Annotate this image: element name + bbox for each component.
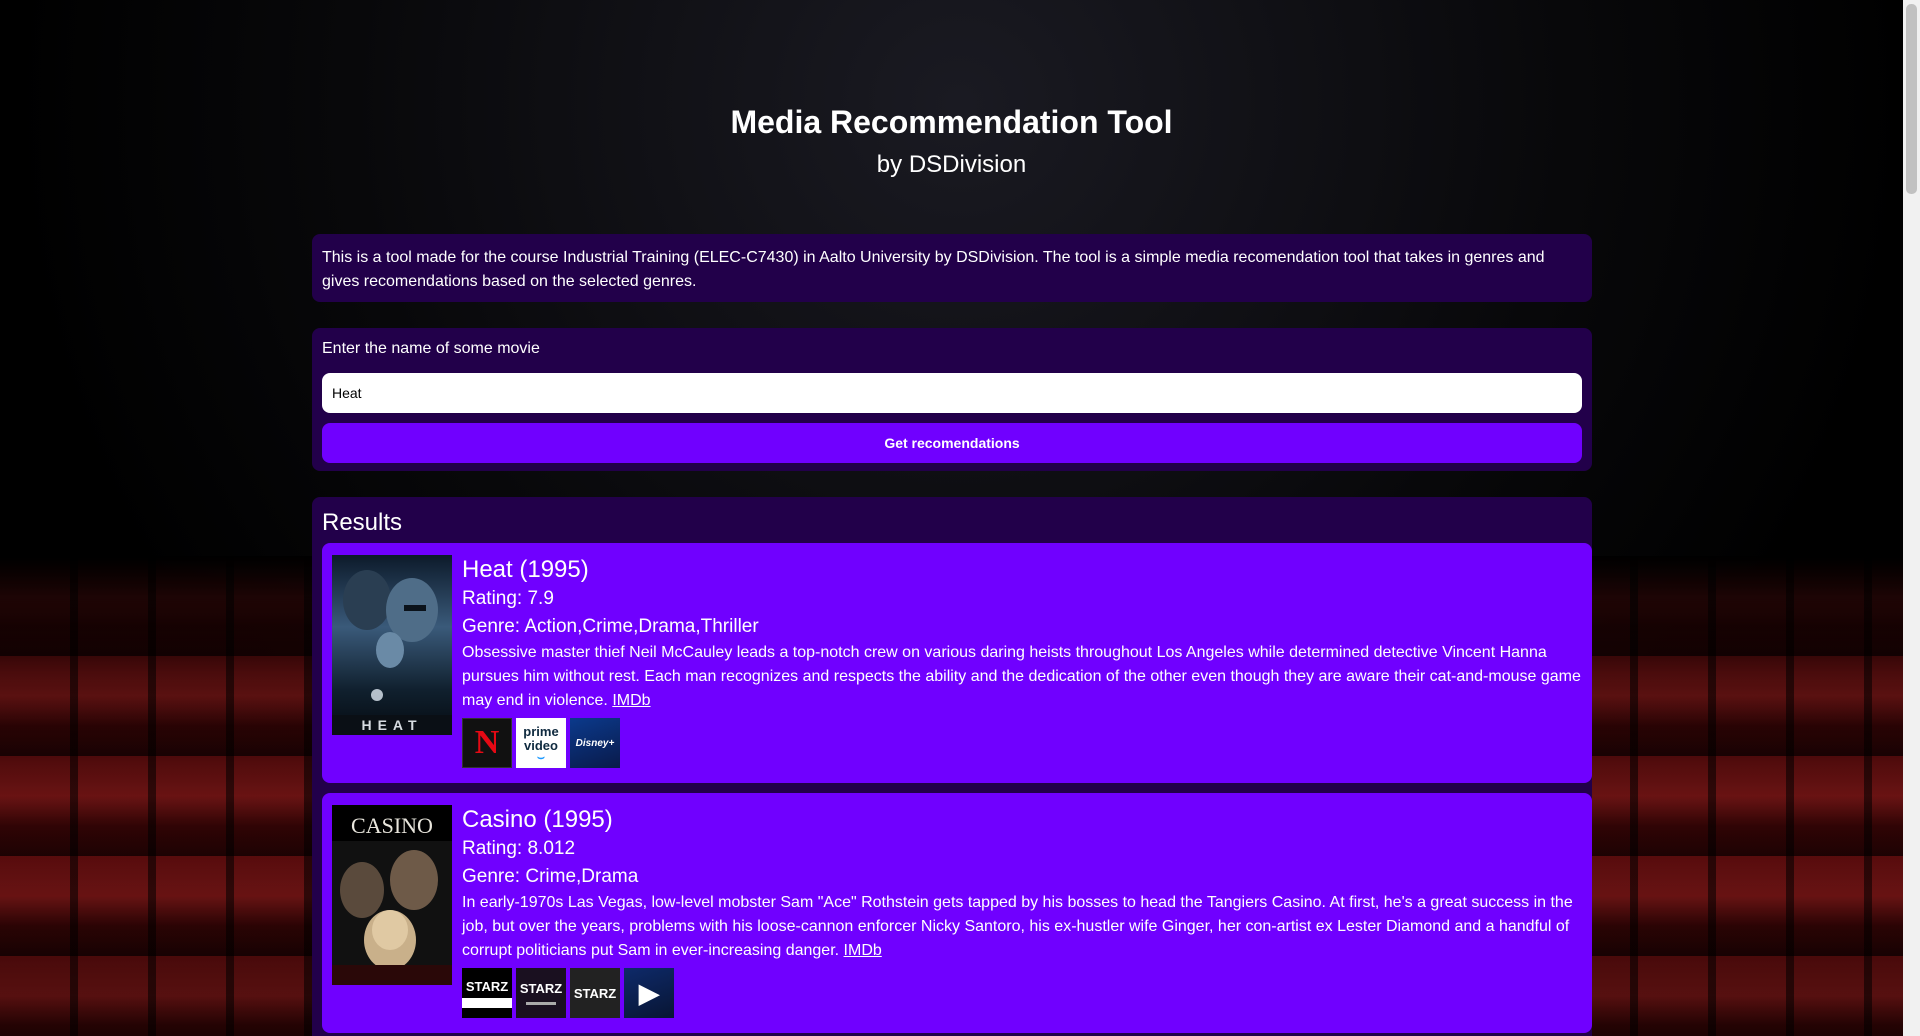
movie-genre: Genre: Action,Crime,Drama,Thriller [462, 616, 759, 637]
netflix-logo: N [462, 718, 512, 768]
provider-list: STARZ STARZ STARZ ▶ [462, 968, 1582, 1018]
movie-poster: CASINO [332, 805, 452, 985]
movie-card: HEAT Heat (1995) Rating: 7.9 Genre: Acti… [322, 543, 1592, 783]
search-form: Enter the name of some movie Get recomen… [312, 328, 1592, 471]
movie-description: Obsessive master thief Neil McCauley lea… [462, 644, 1581, 709]
svg-text:HEAT: HEAT [361, 717, 422, 733]
scrollbar-thumb[interactable] [1906, 4, 1917, 194]
play-icon: ▶ [624, 968, 674, 1018]
about-panel: This is a tool made for the course Indus… [312, 234, 1592, 302]
get-recommendations-button[interactable]: Get recomendations [322, 423, 1582, 463]
movie-rating: Rating: 7.9 [462, 588, 554, 609]
movie-card: CASINO Casino (1995) Rating: 8.012 Genre… [322, 793, 1592, 1033]
movie-rating: Rating: 8.012 [462, 838, 576, 859]
svg-text:CASINO: CASINO [351, 813, 433, 838]
imdb-link[interactable]: IMDb [612, 692, 650, 709]
starz-logo: STARZ [570, 968, 620, 1018]
provider-list: N prime video ⌣ Disney+ [462, 718, 1582, 768]
movie-name-input[interactable] [322, 373, 1582, 413]
page-title: Media Recommendation Tool [730, 104, 1173, 140]
results-heading: Results [322, 509, 403, 536]
movie-poster: HEAT [332, 555, 452, 735]
vertical-scrollbar[interactable] [1903, 0, 1920, 1036]
results-panel: Results HEAT Heat (1995) Rating: 7.9 Gen… [312, 497, 1592, 1036]
movie-title: Heat (1995) [462, 556, 589, 583]
starz-amazon-channel-logo: STARZ [462, 968, 512, 1018]
page-subtitle: by DSDivision [876, 151, 1027, 178]
page: Media Recommendation Tool by DSDivision … [0, 0, 1920, 1036]
movie-title: Casino (1995) [462, 806, 613, 833]
imdb-link[interactable]: IMDb [844, 942, 882, 959]
movie-input-label: Enter the name of some movie [322, 340, 540, 357]
disney-plus-logo: Disney+ [570, 718, 620, 768]
starz-roku-channel-logo: STARZ [516, 968, 566, 1018]
about-text: This is a tool made for the course Indus… [322, 249, 1545, 290]
prime-video-logo: prime video ⌣ [516, 718, 566, 768]
movie-genre: Genre: Crime,Drama [462, 866, 639, 887]
movie-description: In early-1970s Las Vegas, low-level mobs… [462, 894, 1573, 959]
